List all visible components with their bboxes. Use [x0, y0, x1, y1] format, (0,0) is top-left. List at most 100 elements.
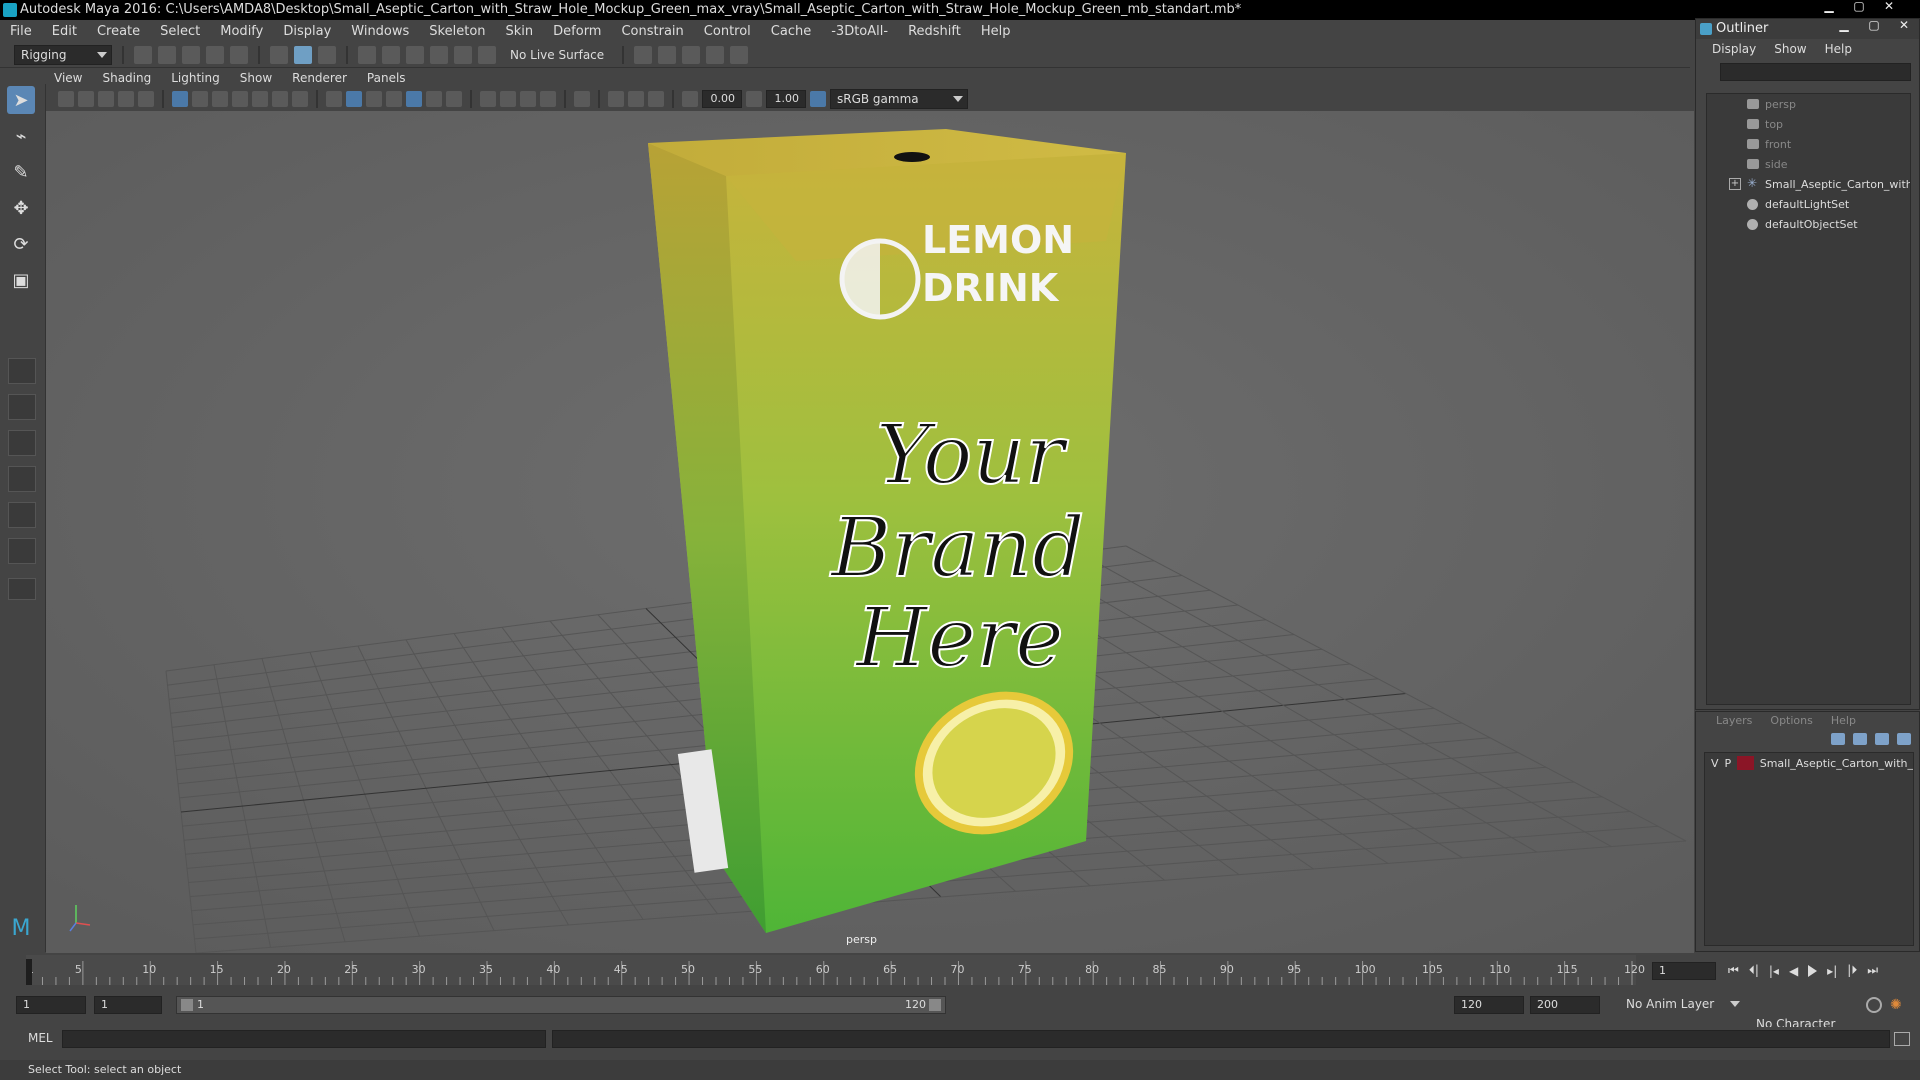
time-slider[interactable]: 1510152025303540455055606570758085909510…: [0, 953, 1920, 989]
snap-surface-icon[interactable]: [454, 45, 472, 64]
minimize-icon[interactable]: ▁: [1833, 19, 1855, 31]
menu-control[interactable]: Control: [704, 24, 751, 39]
outliner-item-default-object-set[interactable]: defaultObjectSet: [1707, 214, 1910, 234]
menu-create[interactable]: Create: [97, 24, 140, 39]
anim-layer-dropdown[interactable]: No Anim Layer: [1620, 995, 1744, 1015]
film-gate-icon[interactable]: [192, 91, 208, 107]
image-plane-icon[interactable]: [118, 91, 134, 107]
range-start-handle[interactable]: [181, 999, 193, 1011]
ipr-render-icon[interactable]: [682, 45, 701, 64]
step-back-frame-icon[interactable]: ⏴|: [1749, 963, 1759, 978]
wireframe-icon[interactable]: [326, 91, 342, 107]
new-layer-selected-icon[interactable]: [1897, 733, 1911, 745]
animation-end-field[interactable]: 200: [1530, 996, 1600, 1014]
use-all-lights-icon[interactable]: [426, 91, 442, 107]
persp-graph-layout-icon[interactable]: [8, 466, 36, 492]
camera-attributes-icon[interactable]: [78, 91, 94, 107]
default-material-icon[interactable]: [366, 91, 382, 107]
close-icon[interactable]: ✕: [1878, 0, 1900, 12]
select-object-icon[interactable]: [294, 45, 312, 64]
depth-of-field-icon[interactable]: [540, 91, 556, 107]
close-icon[interactable]: ✕: [1893, 19, 1915, 31]
menu-file[interactable]: File: [10, 24, 32, 39]
menu-set-dropdown[interactable]: Rigging: [14, 44, 112, 65]
grease-pencil-icon[interactable]: [138, 91, 154, 107]
playback-end-field[interactable]: 120: [1454, 996, 1524, 1014]
minimize-icon[interactable]: ▁: [1818, 0, 1840, 12]
redo-icon[interactable]: [230, 45, 248, 64]
gamma-field[interactable]: 1.00: [766, 90, 806, 108]
perspective-viewport[interactable]: LEMON DRINK Your Brand Here persp: [46, 111, 1694, 953]
persp-outliner-layout-icon[interactable]: [8, 430, 36, 456]
panel-menu-panels[interactable]: Panels: [367, 71, 406, 85]
bookmark-icon[interactable]: [98, 91, 114, 107]
animation-start-field[interactable]: 1: [16, 996, 86, 1014]
outliner-item-persp[interactable]: persp: [1707, 94, 1910, 114]
move-tool-icon[interactable]: ✥: [7, 194, 35, 222]
backface-culling-icon[interactable]: [648, 91, 664, 107]
panel-menu-view[interactable]: View: [54, 71, 82, 85]
menu-deform[interactable]: Deform: [553, 24, 601, 39]
menu-skeleton[interactable]: Skeleton: [429, 24, 485, 39]
outliner-item-front[interactable]: front: [1707, 134, 1910, 154]
select-hierarchy-icon[interactable]: [270, 45, 288, 64]
menu-redshift[interactable]: Redshift: [908, 24, 961, 39]
outliner-menu-display[interactable]: Display: [1712, 42, 1756, 56]
rotate-tool-icon[interactable]: ⟳: [7, 230, 35, 258]
layer-menu-options[interactable]: Options: [1770, 714, 1812, 727]
single-perspective-layout-icon[interactable]: [8, 358, 36, 384]
isolate-select-icon[interactable]: [574, 91, 590, 107]
undo-icon[interactable]: [206, 45, 224, 64]
snap-point-icon[interactable]: [406, 45, 424, 64]
layer-visibility-toggle[interactable]: V: [1711, 757, 1719, 770]
paint-select-tool-icon[interactable]: ✎: [7, 158, 35, 186]
auto-key-icon[interactable]: [1866, 997, 1882, 1013]
outliner-list[interactable]: persp top front side + ✳ Small_Aseptic_Car…: [1706, 93, 1911, 705]
menu-constrain[interactable]: Constrain: [621, 24, 683, 39]
play-forwards-icon[interactable]: [1808, 964, 1818, 977]
view-transform-dropdown[interactable]: sRGB gamma: [830, 89, 968, 109]
smooth-shade-icon[interactable]: [346, 91, 362, 107]
command-language-toggle[interactable]: MEL: [28, 1031, 53, 1045]
layer-name[interactable]: Small_Aseptic_Carton_with_: [1760, 757, 1913, 770]
new-empty-layer-icon[interactable]: [1875, 733, 1889, 745]
panel-menu-renderer[interactable]: Renderer: [292, 71, 347, 85]
grid-toggle-icon[interactable]: [172, 91, 188, 107]
outliner-menu-show[interactable]: Show: [1774, 42, 1806, 56]
multisample-aa-icon[interactable]: [520, 91, 536, 107]
wireframe-on-shaded-icon[interactable]: [386, 91, 402, 107]
save-scene-icon[interactable]: [182, 45, 200, 64]
field-chart-icon[interactable]: [252, 91, 268, 107]
menu-cache[interactable]: Cache: [771, 24, 811, 39]
exposure-icon[interactable]: [682, 91, 698, 107]
hypershade-icon[interactable]: [730, 45, 749, 64]
panel-menu-shading[interactable]: Shading: [102, 71, 151, 85]
range-end-handle[interactable]: [929, 999, 941, 1011]
menu-modify[interactable]: Modify: [220, 24, 263, 39]
layer-list[interactable]: V P Small_Aseptic_Carton_with_: [1704, 752, 1914, 946]
outliner-item-side[interactable]: side: [1707, 154, 1910, 174]
layer-playback-toggle[interactable]: P: [1725, 757, 1732, 770]
outliner-search-input[interactable]: [1720, 63, 1911, 81]
camera-select-icon[interactable]: [58, 91, 74, 107]
snap-vertex-icon[interactable]: [478, 45, 496, 64]
scale-tool-icon[interactable]: ▣: [7, 266, 35, 294]
render-view-icon[interactable]: [706, 45, 725, 64]
panel-menu-show[interactable]: Show: [240, 71, 272, 85]
render-settings-icon[interactable]: [634, 45, 653, 64]
color-management-icon[interactable]: [810, 91, 826, 107]
carton-model[interactable]: LEMON DRINK Your Brand Here: [648, 129, 1126, 933]
step-back-key-icon[interactable]: |◂: [1769, 964, 1779, 978]
lasso-tool-icon[interactable]: ⌁: [7, 122, 35, 150]
menu-windows[interactable]: Windows: [351, 24, 409, 39]
menu-help[interactable]: Help: [981, 24, 1011, 39]
outliner-item-top[interactable]: top: [1707, 114, 1910, 134]
safe-title-icon[interactable]: [292, 91, 308, 107]
script-editor-icon[interactable]: [1894, 1032, 1910, 1046]
move-layer-down-icon[interactable]: [1853, 733, 1867, 745]
render-frame-icon[interactable]: [658, 45, 677, 64]
select-component-icon[interactable]: [318, 45, 336, 64]
go-to-end-icon[interactable]: ⏭: [1867, 963, 1878, 978]
range-slider[interactable]: 1 120: [176, 996, 946, 1014]
four-view-layout-icon[interactable]: [8, 394, 36, 420]
